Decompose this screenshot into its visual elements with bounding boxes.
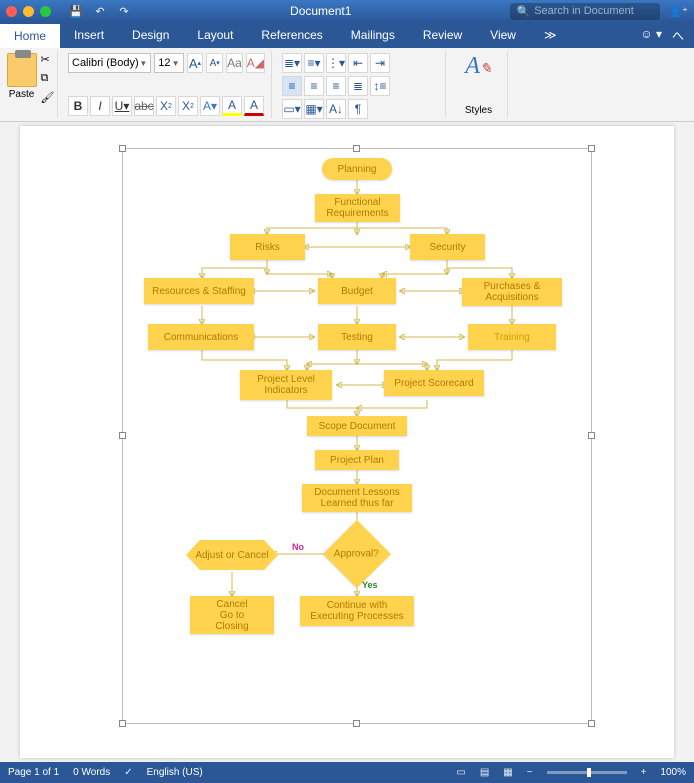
shrink-font-button[interactable]: A▾ [206, 53, 223, 73]
zoom-out-button[interactable]: − [527, 767, 533, 778]
maximize-window[interactable] [40, 6, 51, 17]
indent-button[interactable]: ⇥ [370, 53, 390, 73]
paste-icon[interactable] [7, 53, 37, 87]
node-comms: Communications [148, 324, 254, 350]
close-window[interactable] [6, 6, 17, 17]
zoom-in-button[interactable]: + [641, 767, 647, 778]
paste-button[interactable]: Paste [9, 89, 35, 100]
subscript-button[interactable]: X2 [156, 96, 176, 116]
bullets-button[interactable]: ≣▾ [282, 53, 302, 73]
node-continue: Continue with Executing Processes [300, 596, 414, 626]
text-effects-button[interactable]: A▾ [200, 96, 220, 116]
print-layout-icon[interactable]: ▤ [480, 767, 489, 778]
node-budget: Budget [318, 278, 396, 304]
minimize-window[interactable] [23, 6, 34, 17]
node-resources: Resources & Staffing [144, 278, 254, 304]
tab-layout[interactable]: Layout [183, 22, 247, 48]
borders-button[interactable]: ▦▾ [304, 99, 324, 119]
align-center-button[interactable]: ≡ [304, 76, 324, 96]
save-icon[interactable]: 💾 [69, 4, 83, 18]
node-planning: Planning [322, 158, 392, 180]
node-purchases: Purchases & Acquisitions [462, 278, 562, 306]
font-name-select[interactable]: Calibri (Body)▼ [68, 53, 151, 73]
styles-icon[interactable]: A✎ [465, 53, 491, 80]
justify-button[interactable]: ≣ [348, 76, 368, 96]
strike-button[interactable]: abc [134, 96, 154, 116]
status-lang[interactable]: English (US) [147, 767, 203, 778]
font-color-button[interactable]: A [244, 96, 264, 116]
node-scope: Scope Document [307, 416, 407, 436]
italic-button[interactable]: I [90, 96, 110, 116]
document-page[interactable]: ⟳ [20, 126, 674, 758]
redo-icon[interactable]: ↷ [117, 4, 131, 18]
multilevel-button[interactable]: ⋮▾ [326, 53, 346, 73]
shading-button[interactable]: ▭▾ [282, 99, 302, 119]
rotate-handle-icon[interactable]: ⟳ [342, 122, 351, 123]
node-scorecard: Project Scorecard [384, 370, 484, 396]
superscript-button[interactable]: X2 [178, 96, 198, 116]
share-icon[interactable]: 👤⁺ [668, 5, 688, 18]
tab-design[interactable]: Design [118, 22, 183, 48]
node-lessons: Document Lessons Learned thus far [302, 484, 412, 512]
zoom-slider[interactable] [547, 771, 627, 774]
document-title: Document1 [131, 4, 510, 18]
node-training: Training [468, 324, 556, 350]
node-security: Security [410, 234, 485, 260]
tab-home[interactable]: Home [0, 22, 60, 48]
label-yes: Yes [362, 580, 378, 590]
focus-view-icon[interactable]: ▭ [456, 767, 465, 778]
status-page[interactable]: Page 1 of 1 [8, 767, 59, 778]
align-left-button[interactable]: ≡ [282, 76, 302, 96]
spellcheck-icon[interactable]: ✓ [124, 767, 132, 778]
format-painter-icon[interactable]: 🖌 [41, 91, 55, 104]
clear-format-button[interactable]: A◢ [246, 53, 265, 73]
highlight-button[interactable]: A [222, 96, 242, 116]
numbering-button[interactable]: ≡▾ [304, 53, 324, 73]
web-layout-icon[interactable]: ▦ [503, 767, 512, 778]
ribbon-toggle-icon[interactable]: へ [672, 27, 684, 44]
undo-icon[interactable]: ↶ [93, 4, 107, 18]
node-indicators: Project Level Indicators [240, 370, 332, 400]
align-right-button[interactable]: ≡ [326, 76, 346, 96]
search-icon: 🔍 [516, 5, 530, 18]
line-spacing-button[interactable]: ↕≡ [370, 76, 390, 96]
underline-button[interactable]: U▾ [112, 96, 132, 116]
grow-font-button[interactable]: A▴ [187, 53, 204, 73]
cut-icon[interactable]: ✂ [41, 53, 55, 66]
tab-references[interactable]: References [247, 22, 336, 48]
tab-review[interactable]: Review [409, 22, 476, 48]
styles-button[interactable]: Styles [465, 105, 492, 116]
zoom-level[interactable]: 100% [660, 767, 686, 778]
node-plan: Project Plan [315, 450, 399, 470]
search-input[interactable]: 🔍 Search in Document [510, 3, 660, 20]
outdent-button[interactable]: ⇤ [348, 53, 368, 73]
label-no: No [292, 542, 304, 552]
copy-icon[interactable]: ⧉ [41, 72, 55, 85]
node-cancel: Cancel Go to Closing [190, 596, 274, 634]
sort-button[interactable]: A↓ [326, 99, 346, 119]
tab-overflow[interactable]: ≫ [530, 22, 571, 48]
smiley-icon[interactable]: ☺ ▾ [640, 27, 662, 44]
change-case-button[interactable]: Aa [226, 53, 243, 73]
status-words[interactable]: 0 Words [73, 767, 110, 778]
tab-insert[interactable]: Insert [60, 22, 118, 48]
node-adjust: Adjust or Cancel [186, 540, 278, 570]
node-risks: Risks [230, 234, 305, 260]
tab-mailings[interactable]: Mailings [337, 22, 409, 48]
bold-button[interactable]: B [68, 96, 88, 116]
font-size-select[interactable]: 12▼ [154, 53, 183, 73]
node-funcreq: Functional Requirements [315, 194, 400, 222]
tab-view[interactable]: View [476, 22, 530, 48]
node-testing: Testing [318, 324, 396, 350]
selection-frame[interactable] [122, 148, 592, 724]
show-marks-button[interactable]: ¶ [348, 99, 368, 119]
